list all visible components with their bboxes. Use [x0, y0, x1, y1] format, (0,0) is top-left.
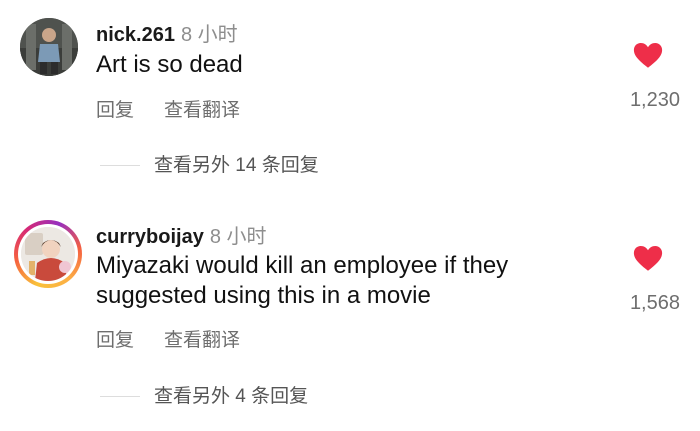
comment-text: Miyazaki would kill an employee if they …: [96, 252, 509, 309]
reply-button[interactable]: 回复: [96, 330, 134, 351]
username[interactable]: curryboijay: [96, 226, 204, 248]
heart-icon[interactable]: [633, 245, 663, 272]
avatar-photo: [21, 227, 75, 281]
avatar-illustration: [21, 227, 75, 281]
comment-item: curryboijay 8 小时 Miyazaki would kill an e…: [0, 0, 700, 431]
avatar[interactable]: [14, 220, 82, 288]
avatar-ring-gap: [18, 224, 78, 284]
view-more-replies-label[interactable]: 查看另外 4 条回复: [154, 386, 308, 407]
view-more-replies[interactable]: 查看另外 4 条回复: [100, 381, 308, 408]
like-count: 1,568: [629, 292, 680, 314]
like-control: 1,568: [616, 245, 680, 315]
divider: [100, 396, 140, 398]
translate-button[interactable]: 查看翻译: [164, 330, 240, 351]
comment-actions: 回复 查看翻译: [96, 325, 270, 352]
timestamp: 8 小时: [209, 226, 267, 248]
comment-header: curryboijay 8 小时: [96, 220, 267, 249]
